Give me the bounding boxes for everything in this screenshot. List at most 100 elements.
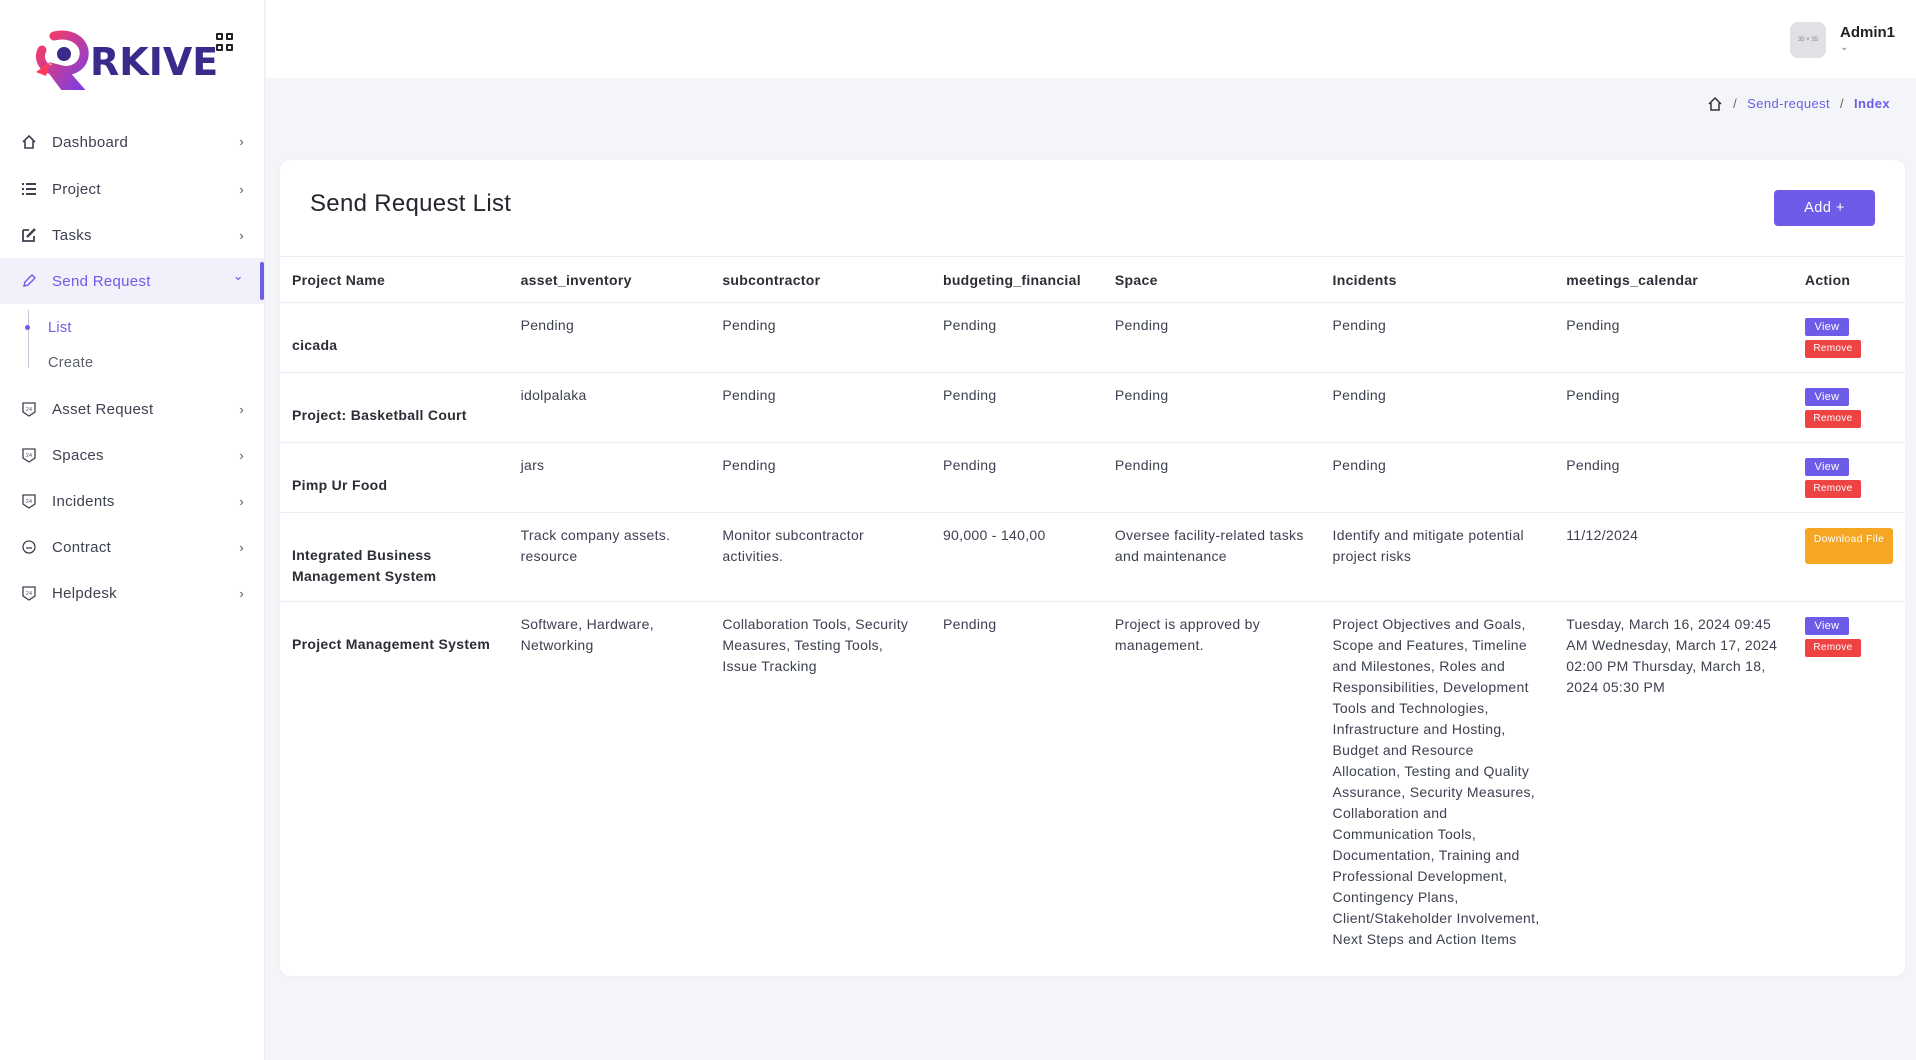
cell-space: Oversee facility-related tasks and maint… [1102,512,1321,602]
cell-action: View Remove [1792,302,1905,373]
logo[interactable]: RKIVE [0,0,264,118]
sidebar-item-label: Project [52,180,101,198]
sidebar-item-project[interactable]: Project › [0,166,264,212]
submenu-item-list[interactable]: List [25,310,264,345]
breadcrumb-index: Index [1854,96,1890,111]
column-header[interactable]: asset_inventory [508,256,711,303]
send-request-table: Project Name asset_inventory subcontract… [280,256,1905,976]
cell-meetings: Pending [1554,372,1793,443]
cell-project-name: Project: Basketball Court [280,372,509,443]
sidebar-item-label: Tasks [52,226,92,244]
cell-meetings: Tuesday, March 16, 2024 09:45 AM Wednesd… [1554,601,1793,976]
home-icon[interactable] [1707,96,1723,111]
sidebar-item-label: Send Request [52,272,151,290]
column-header[interactable]: Project Name [280,256,509,303]
column-header[interactable]: budgeting_financial [930,256,1103,303]
sidebar: RKIVE Dashboard › Project › Tasks › Send… [0,0,265,1060]
sidebar-item-tasks[interactable]: Tasks › [0,212,264,258]
chevron-right-icon: › [239,182,244,197]
svg-text:24: 24 [26,453,32,459]
user-name[interactable]: Admin1 [1840,24,1895,41]
sidebar-item-label: Helpdesk [52,584,117,602]
table-row: Pimp Ur Food jars Pending Pending Pendin… [280,442,1905,513]
edit-icon [20,226,38,244]
column-header[interactable]: meetings_calendar [1554,256,1793,303]
column-header[interactable]: Space [1102,256,1321,303]
chevron-right-icon: › [239,494,244,509]
cell-asset-inventory: Track company assets. resource [508,512,711,602]
remove-button[interactable]: Remove [1804,410,1861,428]
apps-grid-icon[interactable] [216,33,234,51]
remove-button[interactable]: Remove [1804,639,1861,657]
table-row: cicada Pending Pending Pending Pending P… [280,302,1905,373]
sidebar-item-asset-request[interactable]: 24 Asset Request › [0,386,264,432]
table-row: Project: Basketball Court idolpalaka Pen… [280,372,1905,443]
send-request-submenu: List Create [0,304,264,386]
contract-icon [20,538,38,556]
svg-text:24: 24 [26,499,32,505]
view-button[interactable]: View [1804,388,1849,406]
cell-project-name: Project Management System [280,601,509,976]
cell-project-name: cicada [280,302,509,373]
breadcrumb-separator: / [1840,96,1845,111]
badge-icon: 24 [20,492,38,510]
sidebar-item-label: Asset Request [52,400,154,418]
sidebar-nav: Dashboard › Project › Tasks › Send Reque… [0,118,264,304]
cell-budgeting: Pending [930,372,1103,443]
sidebar-item-helpdesk[interactable]: 24 Helpdesk › [0,570,264,616]
add-button[interactable]: Add + [1774,190,1875,226]
logo-text: RKIVE [90,40,219,84]
cell-project-name: Integrated Business Management System [280,512,509,602]
chevron-down-icon: ⌄ [232,268,244,283]
cell-incidents: Pending [1320,372,1555,443]
cell-incidents: Identify and mitigate potential project … [1320,512,1555,602]
sidebar-item-label: Incidents [52,492,115,510]
sidebar-item-incidents[interactable]: 24 Incidents › [0,478,264,524]
sidebar-item-spaces[interactable]: 24 Spaces › [0,432,264,478]
badge-icon: 24 [20,584,38,602]
column-header: Action [1792,256,1905,303]
badge-icon: 24 [20,446,38,464]
cell-action: View Remove [1792,601,1905,976]
cell-asset-inventory: Software, Hardware, Networking [508,601,711,976]
table-header-row: Project Name asset_inventory subcontract… [280,256,1905,303]
chevron-down-icon[interactable]: ⌄ [1840,42,1848,53]
sidebar-nav-lower: 24 Asset Request › 24 Spaces › 24 Incide… [0,386,264,616]
download-file-button[interactable]: Download File [1804,528,1893,564]
sidebar-item-label: Spaces [52,446,104,464]
remove-button[interactable]: Remove [1804,340,1861,358]
cell-space: Pending [1102,442,1321,513]
remove-button[interactable]: Remove [1804,480,1861,498]
cell-subcontractor: Pending [710,302,931,373]
sidebar-item-label: Dashboard [52,133,129,151]
breadcrumb-send-request[interactable]: Send-request [1747,96,1830,111]
cell-subcontractor: Pending [710,442,931,513]
column-header[interactable]: subcontractor [710,256,931,303]
chevron-right-icon: › [239,228,244,243]
cell-budgeting: 90,000 - 140,00 [930,512,1103,602]
cell-subcontractor: Monitor subcontractor activities. [710,512,931,602]
cell-action: Download File [1792,512,1905,602]
cell-meetings: Pending [1554,302,1793,373]
submenu-item-create[interactable]: Create [48,345,264,380]
cell-incidents: Project Objectives and Goals, Scope and … [1320,601,1555,976]
cell-subcontractor: Pending [710,372,931,443]
sidebar-item-contract[interactable]: Contract › [0,524,264,570]
table-row: Integrated Business Management System Tr… [280,512,1905,602]
sidebar-item-dashboard[interactable]: Dashboard › [0,118,264,166]
cell-budgeting: Pending [930,601,1103,976]
home-icon [20,133,38,151]
cell-asset-inventory: Pending [508,302,711,373]
avatar[interactable]: 35 × 35 [1790,22,1826,58]
column-header[interactable]: Incidents [1320,256,1555,303]
sidebar-item-send-request[interactable]: Send Request ⌄ [0,258,264,304]
page-title: Send Request List [310,190,512,217]
view-button[interactable]: View [1804,458,1849,476]
cell-space: Project is approved by management. [1102,601,1321,976]
view-button[interactable]: View [1804,318,1849,336]
chevron-right-icon: › [239,448,244,463]
chevron-right-icon: › [239,586,244,601]
cell-action: View Remove [1792,442,1905,513]
cell-action: View Remove [1792,372,1905,443]
view-button[interactable]: View [1804,617,1849,635]
